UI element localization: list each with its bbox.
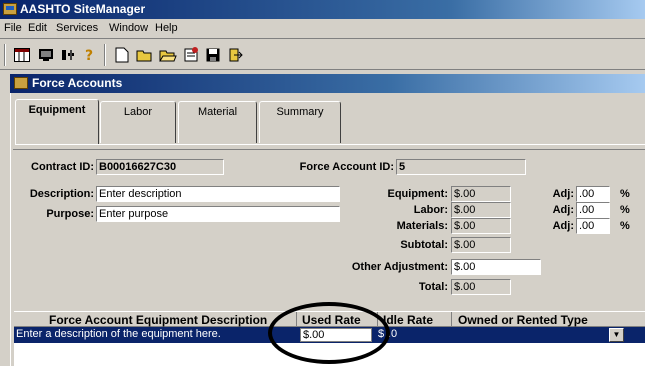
folder-icon[interactable] bbox=[158, 45, 178, 65]
materials-total-label: Materials: bbox=[396, 220, 448, 232]
app-titlebar: AASHTO SiteManager bbox=[0, 0, 645, 19]
subtotal-label: Subtotal: bbox=[400, 239, 448, 251]
tab-summary[interactable]: Summary bbox=[259, 101, 341, 143]
adj-equipment-percent: % bbox=[620, 188, 630, 200]
new-document-icon[interactable] bbox=[112, 45, 132, 65]
adj-label-labor: Adj: bbox=[552, 204, 574, 216]
column-header-idle-rate[interactable]: Idle Rate bbox=[383, 313, 433, 327]
force-accounts-titlebar: Force Accounts bbox=[10, 74, 645, 93]
monitor-icon[interactable] bbox=[36, 45, 56, 65]
contract-id-field: B00016627C30 bbox=[96, 159, 224, 175]
adj-materials-percent: % bbox=[620, 220, 630, 232]
app-window: AASHTO SiteManager File Edit Services Wi… bbox=[0, 0, 645, 366]
toolbar-separator bbox=[104, 44, 106, 66]
grid-icon[interactable] bbox=[12, 45, 32, 65]
equipment-total-label: Equipment: bbox=[387, 188, 449, 200]
adj-labor-percent: % bbox=[620, 204, 630, 216]
equipment-total-field: $.00 bbox=[451, 186, 511, 202]
save-icon[interactable] bbox=[203, 45, 223, 65]
other-adjustment-label: Other Adjustment: bbox=[351, 261, 448, 273]
column-header-owned-rented-type[interactable]: Owned or Rented Type bbox=[458, 313, 588, 327]
menu-file[interactable]: File bbox=[4, 22, 22, 34]
tools-icon[interactable] bbox=[58, 45, 78, 65]
chevron-down-icon[interactable]: ▼ bbox=[609, 328, 624, 342]
adj-equipment-input[interactable]: .00 bbox=[576, 186, 610, 202]
force-accounts-title: Force Accounts bbox=[32, 76, 123, 90]
app-logo-icon bbox=[3, 3, 17, 15]
open-folder-icon[interactable] bbox=[135, 45, 155, 65]
notes-icon[interactable] bbox=[181, 45, 201, 65]
total-field: $.00 bbox=[451, 279, 511, 295]
svg-text:?: ? bbox=[85, 48, 93, 63]
subtotal-field: $.00 bbox=[451, 237, 511, 253]
help-icon[interactable]: ? bbox=[80, 45, 100, 65]
total-label: Total: bbox=[418, 281, 448, 293]
column-header-description[interactable]: Force Account Equipment Description bbox=[49, 313, 267, 327]
purpose-input[interactable]: Enter purpose bbox=[96, 206, 340, 222]
adj-label-materials: Adj: bbox=[552, 220, 574, 232]
tab-labor[interactable]: Labor bbox=[100, 101, 176, 143]
purpose-label: Purpose: bbox=[46, 208, 94, 220]
labor-total-label: Labor: bbox=[413, 204, 448, 216]
toolbar: ? bbox=[0, 40, 645, 70]
toolbar-grip bbox=[4, 44, 6, 66]
force-account-id-field: 5 bbox=[396, 159, 526, 175]
menu-window[interactable]: Window bbox=[109, 22, 148, 34]
used-rate-highlight-ellipse bbox=[268, 302, 390, 364]
menu-services[interactable]: Services bbox=[56, 22, 98, 34]
force-account-id-label: Force Account ID: bbox=[299, 161, 394, 173]
tab-strip-divider bbox=[15, 144, 645, 145]
labor-total-field: $.00 bbox=[451, 202, 511, 218]
tab-material[interactable]: Material bbox=[178, 101, 257, 143]
column-divider bbox=[451, 312, 452, 328]
equipment-description-cell[interactable]: Enter a description of the equipment her… bbox=[16, 328, 221, 340]
adj-materials-input[interactable]: .00 bbox=[576, 218, 610, 234]
tab-equipment[interactable]: Equipment bbox=[15, 99, 99, 145]
menu-bar: File Edit Services Window Help bbox=[0, 19, 645, 39]
menu-edit[interactable]: Edit bbox=[28, 22, 47, 34]
owned-rented-type-dropdown[interactable] bbox=[454, 328, 626, 342]
materials-total-field: $.00 bbox=[451, 218, 511, 234]
adj-label-equipment: Adj: bbox=[552, 188, 574, 200]
description-label: Description: bbox=[29, 188, 94, 200]
app-title: AASHTO SiteManager bbox=[20, 2, 146, 16]
window-icon bbox=[14, 77, 28, 89]
exit-icon[interactable] bbox=[225, 45, 245, 65]
menu-help[interactable]: Help bbox=[155, 22, 178, 34]
contract-id-label: Contract ID: bbox=[31, 161, 94, 173]
adj-labor-input[interactable]: .00 bbox=[576, 202, 610, 218]
other-adjustment-input[interactable]: $.00 bbox=[451, 259, 541, 275]
description-input[interactable]: Enter description bbox=[96, 186, 340, 202]
